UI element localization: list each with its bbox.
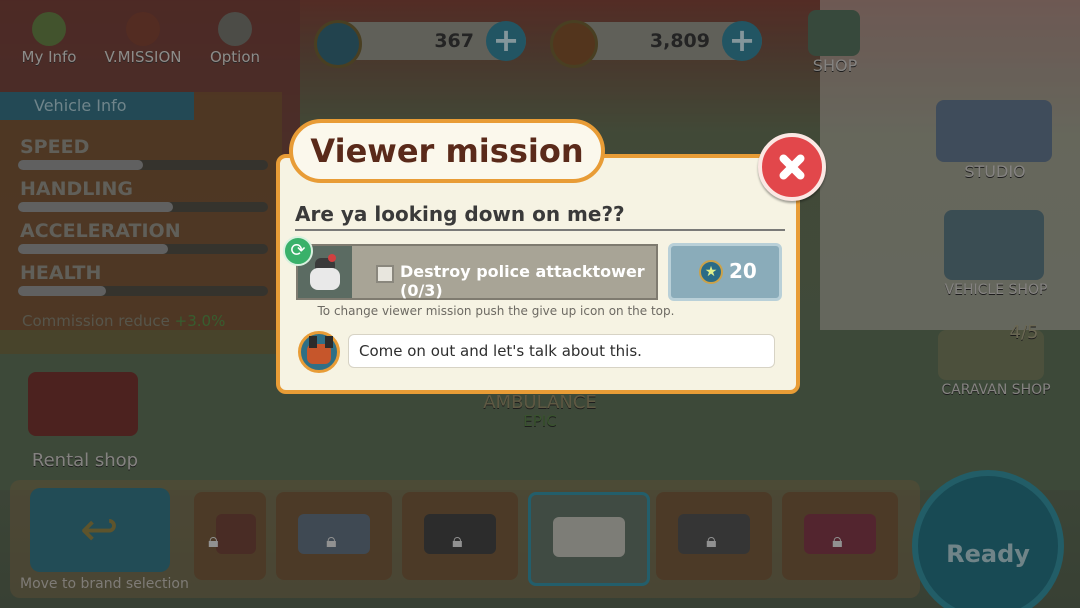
speech-text: Come on out and let's talk about this. (359, 342, 642, 360)
dialog-title: Viewer mission (289, 119, 605, 183)
change-mission-hint: To change viewer mission push the give u… (317, 304, 675, 318)
reward-box: ★ 20 (668, 243, 782, 301)
mission-task-row: Destroy police attacktower (0/3) (296, 244, 658, 300)
close-icon[interactable] (758, 133, 826, 201)
tower-body (310, 268, 340, 290)
mission-name: Are ya looking down on me?? (295, 202, 625, 226)
task-text: Destroy police attacktower (0/3) (400, 262, 645, 300)
mission-name-divider (295, 229, 785, 231)
reward-amount: 20 (729, 259, 757, 283)
star-coin-icon: ★ (699, 260, 723, 284)
task-checkbox (376, 265, 394, 283)
tower-light (328, 254, 336, 262)
dog-avatar-icon (298, 331, 340, 373)
dog-ear-left (309, 336, 317, 348)
dog-ear-right (325, 336, 333, 348)
refresh-icon[interactable]: ⟳ (283, 236, 313, 266)
speech-bubble: Come on out and let's talk about this. (348, 334, 775, 368)
